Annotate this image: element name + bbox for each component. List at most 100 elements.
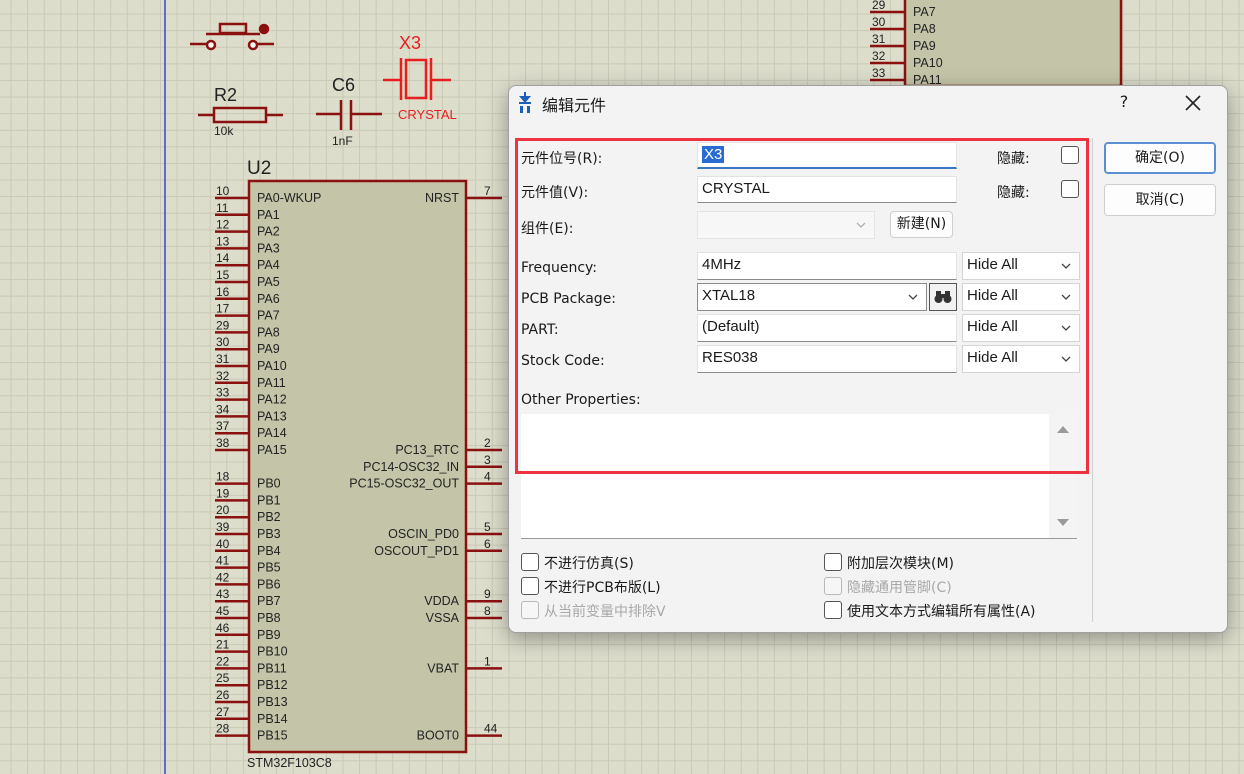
- u2-pin-name: PB15: [257, 729, 288, 743]
- u2-pin-name: BOOT0: [417, 729, 459, 743]
- u2-pin-name: PB3: [257, 527, 281, 541]
- u2-pin-name: PA10: [257, 359, 287, 373]
- u2-pin-name: PA13: [257, 409, 287, 423]
- left-checkbox-1[interactable]: [521, 577, 539, 595]
- u2-pin-number: 44: [484, 722, 498, 736]
- u2-pin-number: 39: [216, 520, 230, 534]
- u2-pin-number: 42: [216, 570, 230, 584]
- u2-pin-number: 10: [216, 184, 230, 198]
- resistor-r2[interactable]: R2 10k: [198, 85, 283, 138]
- u2-pin-name: VBAT: [427, 661, 459, 675]
- u2-pin-number: 34: [216, 402, 230, 416]
- u2-pin-number: 37: [216, 419, 230, 433]
- u2-pin-number: 45: [216, 604, 230, 618]
- u2-pin-name: PB4: [257, 544, 281, 558]
- u2-pin-number: 32: [216, 369, 230, 383]
- u2-pin-name: PA5: [257, 275, 280, 289]
- u2-pin-number: 1: [484, 654, 491, 668]
- u2-pin-number: 18: [216, 470, 230, 484]
- u2-pin-number: 27: [216, 705, 230, 719]
- top-chip-pin-name: PA8: [913, 22, 936, 36]
- u2-pin-name: PB14: [257, 712, 288, 726]
- u2-pin-name: PA8: [257, 325, 280, 339]
- cancel-button[interactable]: 取消(C): [1104, 184, 1216, 216]
- u2-pin-name: PB12: [257, 678, 288, 692]
- top-chip-pin-name: PA7: [913, 5, 936, 19]
- u2-pin-number: 14: [216, 251, 230, 265]
- u2-pin-name: PA7: [257, 309, 280, 323]
- u2-pin-name: PA3: [257, 241, 280, 255]
- u2-pin-number: 25: [216, 671, 230, 685]
- ok-button[interactable]: 确定(O): [1104, 142, 1216, 174]
- u2-pin-number: 33: [216, 386, 230, 400]
- top-chip-pin-name: PA10: [913, 56, 943, 70]
- u2-pin-name: PB10: [257, 645, 288, 659]
- right-checkbox-label-0[interactable]: 附加层次模块(M): [847, 553, 954, 573]
- u2-pin-name: PA15: [257, 443, 287, 457]
- u2-pin-name: PB7: [257, 594, 281, 608]
- u2-pin-number: 3: [484, 453, 491, 467]
- right-checkbox-0[interactable]: [824, 553, 842, 571]
- u2-pin-number: 2: [484, 436, 491, 450]
- u2-pin-name: PA0-WKUP: [257, 191, 321, 205]
- left-checkbox-0[interactable]: [521, 553, 539, 571]
- u2-pin-number: 16: [216, 285, 230, 299]
- u2-pin-name: PB9: [257, 628, 281, 642]
- c6-value: 1nF: [332, 134, 353, 148]
- help-button[interactable]: ?: [1109, 90, 1139, 114]
- capacitor-c6[interactable]: C6 1nF: [316, 75, 382, 148]
- u2-pin-number: 13: [216, 234, 230, 248]
- crystal-x3[interactable]: X3 CRYSTAL: [383, 33, 457, 122]
- diode-icon: [519, 92, 531, 113]
- u2-pin-name: PA2: [257, 225, 280, 239]
- scroll-down-icon: [1057, 519, 1069, 526]
- r2-ref: R2: [214, 85, 237, 105]
- u2-ref: U2: [247, 158, 271, 179]
- dialog-titlebar[interactable]: 编辑元件 ?: [509, 86, 1227, 120]
- left-checkbox-label-0[interactable]: 不进行仿真(S): [544, 553, 634, 573]
- u2-pin-number: 5: [484, 520, 491, 534]
- u2-pin-number: 22: [216, 654, 230, 668]
- u2-pin-number: 21: [216, 638, 230, 652]
- right-checkbox-1: [824, 577, 842, 595]
- u2-pin-name: PA14: [257, 426, 287, 440]
- right-checkbox-label-2[interactable]: 使用文本方式编辑所有属性(A): [847, 601, 1036, 621]
- left-checkbox-2: [521, 601, 539, 619]
- u2-pin-name: NRST: [425, 191, 459, 205]
- u2-pin-name: PA4: [257, 258, 280, 272]
- u2-pin-name: PC15-OSC32_OUT: [349, 477, 459, 491]
- top-chip-pin-number: 29: [872, 0, 886, 12]
- u2-pin-number: 11: [216, 201, 229, 215]
- u2-pin-number: 9: [484, 587, 491, 601]
- u2-pin-number: 7: [484, 184, 491, 198]
- dialog-title: 编辑元件: [542, 96, 607, 115]
- u2-pin-name: OSCIN_PD0: [388, 527, 459, 541]
- close-button[interactable]: [1173, 88, 1213, 118]
- u2-pin-name: PB0: [257, 477, 281, 491]
- u2-pin-number: 8: [484, 604, 491, 618]
- u2-pin-number: 43: [216, 587, 230, 601]
- chip-u2[interactable]: U2 10 PA0-WKUP11 PA112 PA213 PA314 PA415 PA516…: [215, 158, 502, 770]
- right-checkbox-label-1: 隐藏通用管脚(C): [847, 580, 952, 596]
- u2-pin-name: OSCOUT_PD1: [374, 544, 459, 558]
- u2-pin-number: 12: [216, 218, 230, 232]
- u2-pin-name: PA6: [257, 292, 280, 306]
- u2-pin-number: 4: [484, 470, 491, 484]
- u2-pin-number: 41: [216, 554, 230, 568]
- left-checkbox-label-1[interactable]: 不进行PCB布版(L): [544, 577, 661, 597]
- annotation-highlight-box: [515, 138, 1089, 474]
- u2-pin-name: PB2: [257, 510, 281, 524]
- u2-pin-number: 38: [216, 436, 230, 450]
- u2-pin-name: PB1: [257, 493, 281, 507]
- r2-value: 10k: [214, 124, 234, 138]
- u2-pin-name: PC14-OSC32_IN: [363, 460, 459, 474]
- close-icon: [1185, 95, 1201, 111]
- push-button-switch[interactable]: [190, 22, 274, 51]
- u2-pin-number: 29: [216, 318, 230, 332]
- u2-pin-number: 19: [216, 486, 230, 500]
- top-chip-pin-number: 30: [872, 15, 886, 29]
- right-checkbox-2[interactable]: [824, 601, 842, 619]
- u2-pin-number: 28: [216, 722, 230, 736]
- u2-pin-name: PB6: [257, 577, 281, 591]
- u2-pin-name: PB5: [257, 561, 281, 575]
